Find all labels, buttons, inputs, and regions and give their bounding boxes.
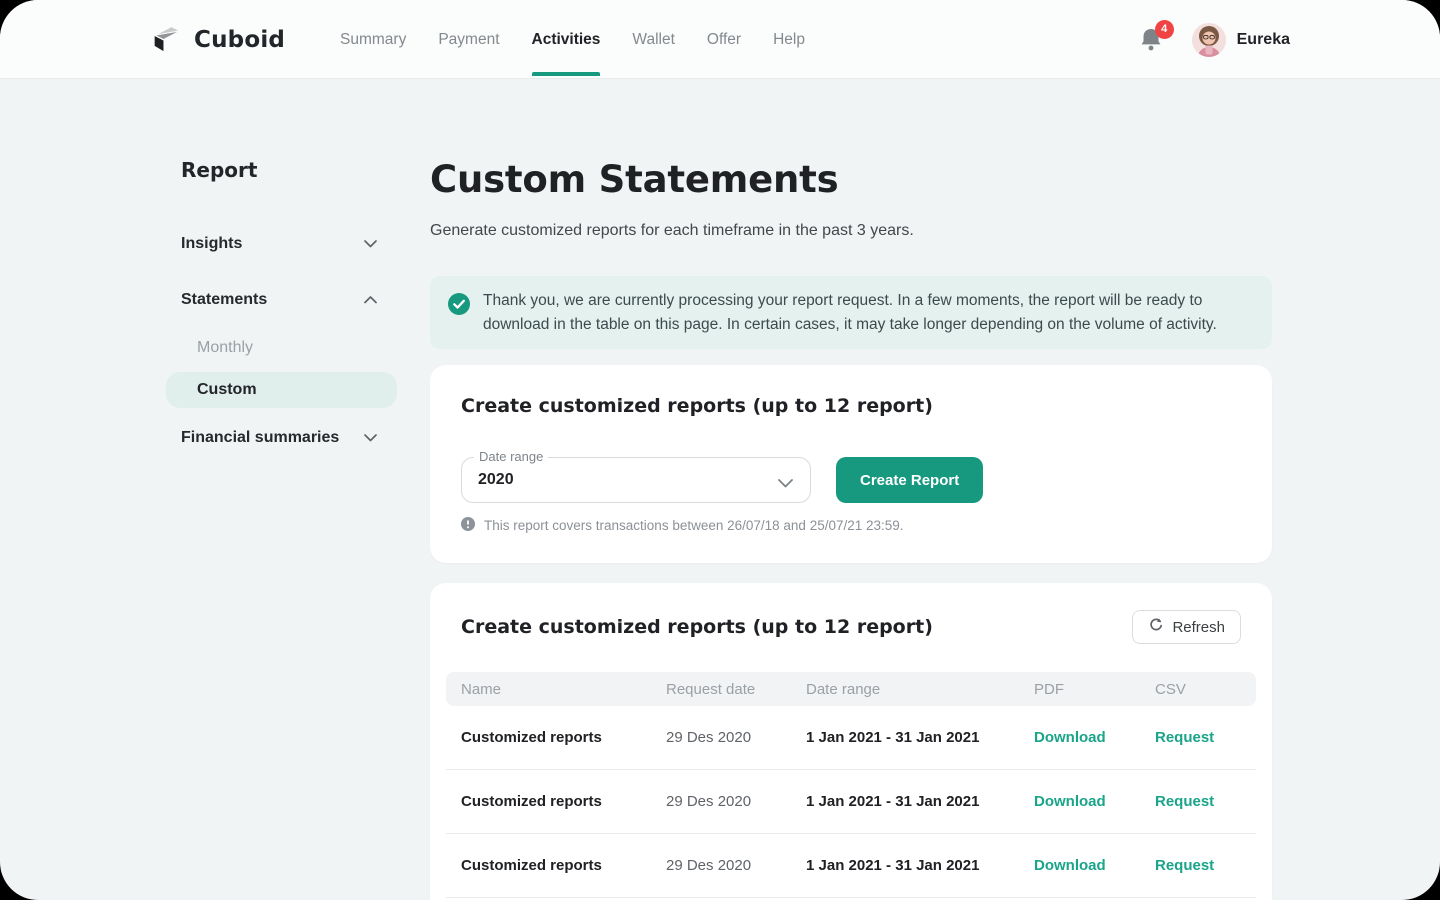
request-csv-link[interactable]: Request <box>1155 729 1256 746</box>
date-range-select[interactable]: Date range 2020 <box>461 457 811 503</box>
sidebar-item-monthly[interactable]: Monthly <box>197 339 253 357</box>
sidebar-insights-label: Insights <box>181 235 242 253</box>
report-sidebar: Report Insights Statements Monthly Custo… <box>166 150 397 490</box>
cell-request-date: 29 Des 2020 <box>666 793 806 810</box>
download-pdf-link[interactable]: Download <box>1034 729 1155 746</box>
table-row: Customized reports 29 Des 2020 1 Jan 202… <box>446 770 1256 834</box>
cell-report-name: Customized reports <box>461 857 666 874</box>
create-card-heading: Create customized reports (up to 12 repo… <box>461 395 933 417</box>
col-name: Name <box>461 681 666 698</box>
table-header-row: Name Request date Date range PDF CSV <box>446 672 1256 706</box>
col-csv: CSV <box>1155 681 1256 698</box>
main-content: Custom Statements Generate customized re… <box>430 0 1272 900</box>
create-report-card: Create customized reports (up to 12 repo… <box>430 365 1272 563</box>
table-row: Customized reports 29 Des 2020 1 Jan 202… <box>446 706 1256 770</box>
cell-date-range: 1 Jan 2021 - 31 Jan 2021 <box>806 729 1034 746</box>
cuboid-logo-icon <box>152 21 182 58</box>
col-pdf: PDF <box>1034 681 1155 698</box>
chevron-up-icon <box>364 291 377 309</box>
refresh-button[interactable]: Refresh <box>1132 610 1241 644</box>
reports-table-card: Create customized reports (up to 12 repo… <box>430 583 1272 900</box>
report-coverage-note: This report covers transactions between … <box>461 517 904 534</box>
reports-card-header: Create customized reports (up to 12 repo… <box>461 607 1241 647</box>
date-range-value: 2020 <box>478 458 514 502</box>
reports-card-heading: Create customized reports (up to 12 repo… <box>461 616 933 638</box>
col-date-range: Date range <box>806 681 1034 698</box>
nav-summary[interactable]: Summary <box>340 29 406 51</box>
cell-report-name: Customized reports <box>461 793 666 810</box>
cell-date-range: 1 Jan 2021 - 31 Jan 2021 <box>806 793 1034 810</box>
cell-request-date: 29 Des 2020 <box>666 729 806 746</box>
sidebar-item-financial-summaries[interactable]: Financial summaries <box>181 429 377 447</box>
brand-logo[interactable]: Cuboid <box>152 0 285 79</box>
alert-message: Thank you, we are currently processing y… <box>483 289 1246 336</box>
page-subtitle: Generate customized reports for each tim… <box>430 222 914 240</box>
request-csv-link[interactable]: Request <box>1155 793 1256 810</box>
brand-name: Cuboid <box>194 27 285 53</box>
request-csv-link[interactable]: Request <box>1155 857 1256 874</box>
reports-table: Name Request date Date range PDF CSV Cus… <box>446 672 1256 898</box>
sidebar-item-statements[interactable]: Statements <box>181 291 377 309</box>
chevron-down-icon <box>778 475 793 493</box>
chevron-down-icon <box>364 429 377 447</box>
app-window: Cuboid Summary Payment Activities Wallet… <box>0 0 1440 900</box>
sidebar-statements-label: Statements <box>181 291 267 309</box>
sidebar-title: Report <box>181 158 257 182</box>
page-title: Custom Statements <box>430 158 838 201</box>
cell-request-date: 29 Des 2020 <box>666 857 806 874</box>
success-alert: Thank you, we are currently processing y… <box>430 276 1272 349</box>
info-icon <box>461 517 475 534</box>
table-row: Customized reports 29 Des 2020 1 Jan 202… <box>446 834 1256 898</box>
sidebar-item-insights[interactable]: Insights <box>181 235 377 253</box>
download-pdf-link[interactable]: Download <box>1034 857 1155 874</box>
sidebar-financial-label: Financial summaries <box>181 429 339 447</box>
col-request-date: Request date <box>666 681 806 698</box>
sidebar-item-custom[interactable]: Custom <box>166 372 397 408</box>
sidebar-custom-label: Custom <box>197 372 257 408</box>
refresh-label: Refresh <box>1172 619 1225 636</box>
cell-date-range: 1 Jan 2021 - 31 Jan 2021 <box>806 857 1034 874</box>
check-circle-icon <box>448 293 470 336</box>
cell-report-name: Customized reports <box>461 729 666 746</box>
refresh-icon <box>1148 617 1164 637</box>
note-text: This report covers transactions between … <box>484 518 904 533</box>
download-pdf-link[interactable]: Download <box>1034 793 1155 810</box>
create-report-button[interactable]: Create Report <box>836 457 983 503</box>
chevron-down-icon <box>364 235 377 253</box>
